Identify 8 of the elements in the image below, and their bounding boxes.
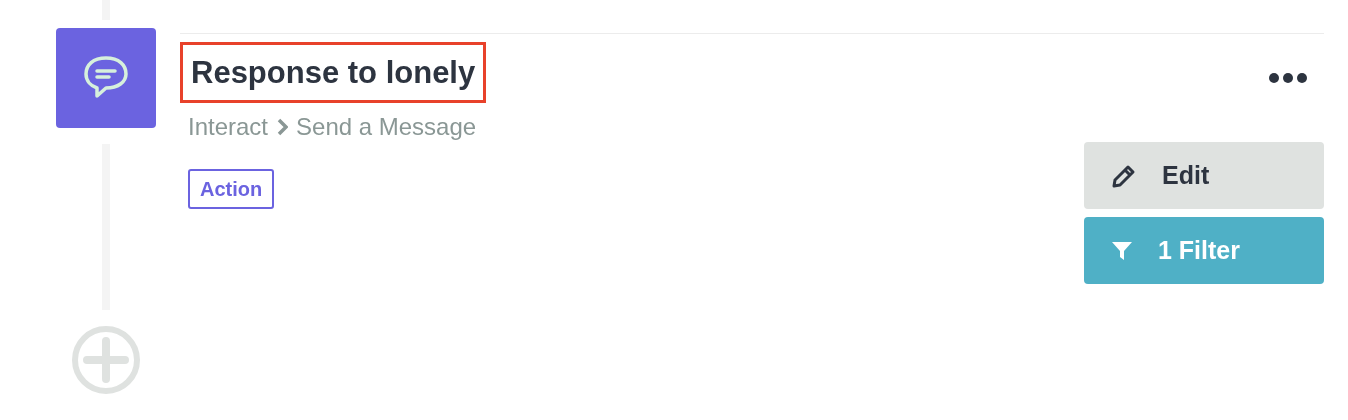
step-title: Response to lonely [180, 42, 487, 104]
action-tag: Action [188, 169, 275, 210]
more-icon[interactable] [1268, 72, 1308, 84]
breadcrumb-item: Send a Message [296, 112, 477, 143]
edit-button[interactable]: Edit [1084, 142, 1324, 209]
chevron-icon [276, 118, 289, 137]
breadcrumb-item: Interact [188, 112, 269, 143]
message-step-icon [56, 28, 156, 128]
